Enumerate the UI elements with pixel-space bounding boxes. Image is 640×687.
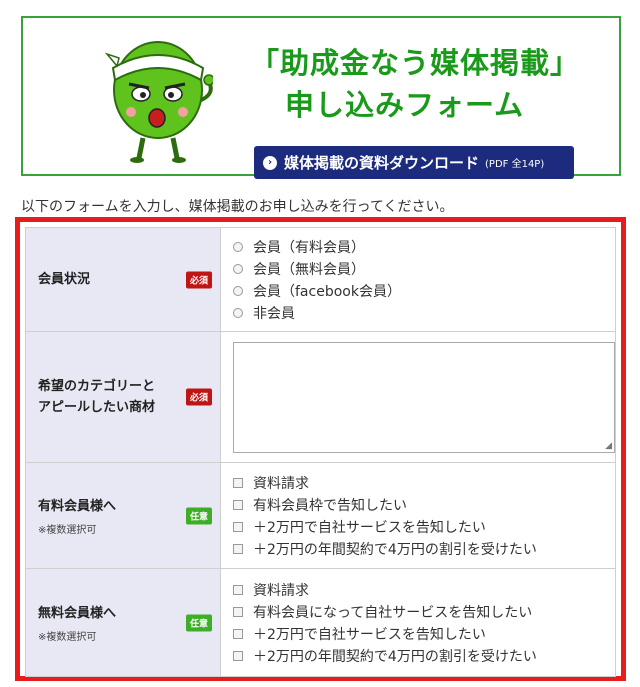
- free-option-become-paid[interactable]: 有料会員になって自社サービスを告知したい: [233, 601, 615, 623]
- header-banner: 「助成金なう媒体掲載」 申し込みフォーム › 媒体掲載の資料ダウンロード (PD…: [21, 16, 621, 179]
- checkbox[interactable]: [233, 521, 243, 532]
- intro-text: 以下のフォームを入力し、媒体掲載のお申し込みを行ってください。: [21, 199, 454, 215]
- membership-option-free[interactable]: 会員（無料会員）: [233, 258, 615, 280]
- required-badge: 必須: [185, 388, 212, 406]
- optional-badge: 任意: [185, 614, 212, 631]
- page-title-line2: 申し込みフォーム: [285, 88, 525, 122]
- page-title-line1: 「助成金なう媒体掲載」: [250, 46, 581, 80]
- checkbox[interactable]: [233, 584, 243, 595]
- resize-handle-icon[interactable]: ◢: [605, 441, 612, 451]
- membership-option-paid[interactable]: 会員（有料会員）: [233, 236, 615, 258]
- paid-member-label-cell: 有料会員様へ ※複数選択可 任意: [25, 462, 221, 569]
- free-option-request-materials[interactable]: 資料請求: [233, 579, 615, 601]
- required-badge: 必須: [185, 271, 212, 288]
- checkbox[interactable]: [233, 499, 243, 510]
- membership-label-cell: 会員状況 必須: [25, 227, 221, 332]
- free-option-annual-discount[interactable]: ＋2万円の年間契約で4万円の割引を受けたい: [233, 645, 615, 667]
- paid-member-options: 資料請求 有料会員枠で告知したい ＋2万円で自社サービスを告知したい ＋2万円の…: [220, 462, 616, 569]
- paid-option-announce[interactable]: 有料会員枠で告知したい: [233, 494, 615, 516]
- membership-option-nonmember[interactable]: 非会員: [233, 302, 615, 324]
- paid-option-plus-20k[interactable]: ＋2万円で自社サービスを告知したい: [233, 516, 615, 538]
- checkbox[interactable]: [233, 477, 243, 488]
- checkbox[interactable]: [233, 543, 243, 554]
- checkbox[interactable]: [233, 606, 243, 617]
- category-label-cell: 希望のカテゴリーと アピールしたい商材 必須: [25, 331, 221, 463]
- radio-button[interactable]: [233, 307, 243, 318]
- membership-options: 会員（有料会員） 会員（無料会員） 会員（facebook会員） 非会員: [220, 227, 616, 332]
- free-member-options: 資料請求 有料会員になって自社サービスを告知したい ＋2万円で自社サービスを告知…: [220, 568, 616, 677]
- radio-button[interactable]: [233, 241, 243, 252]
- membership-option-facebook[interactable]: 会員（facebook会員）: [233, 280, 615, 302]
- radio-button[interactable]: [233, 263, 243, 274]
- checkbox[interactable]: [233, 650, 243, 661]
- paid-option-annual-discount[interactable]: ＋2万円の年間契約で4万円の割引を受けたい: [233, 538, 615, 560]
- free-option-plus-20k[interactable]: ＋2万円で自社サービスを告知したい: [233, 623, 615, 645]
- application-form: 会員状況 必須 会員（有料会員） 会員（無料会員） 会員（facebook会員）…: [15, 217, 626, 681]
- row-category: 希望のカテゴリーと アピールしたい商材 必須 ◢: [25, 331, 616, 463]
- mascot-icon: [104, 41, 213, 163]
- form-table: 会員状況 必須 会員（有料会員） 会員（無料会員） 会員（facebook会員）…: [25, 227, 616, 677]
- row-free-member: 無料会員様へ ※複数選択可 任意 資料請求 有料会員になって自社サービスを告知し…: [25, 568, 616, 677]
- category-textarea[interactable]: ◢: [233, 341, 615, 453]
- free-member-label-cell: 無料会員様へ ※複数選択可 任意: [25, 568, 221, 677]
- arrow-right-circle-icon: ›: [263, 155, 277, 170]
- download-materials-button[interactable]: › 媒体掲載の資料ダウンロード (PDF 全14P): [254, 146, 574, 179]
- paid-option-request-materials[interactable]: 資料請求: [233, 472, 615, 494]
- optional-badge: 任意: [185, 507, 212, 524]
- row-paid-member: 有料会員様へ ※複数選択可 任意 資料請求 有料会員枠で告知したい ＋2万円で自…: [25, 462, 616, 569]
- radio-button[interactable]: [233, 285, 243, 296]
- row-membership: 会員状況 必須 会員（有料会員） 会員（無料会員） 会員（facebook会員）…: [25, 227, 616, 332]
- checkbox[interactable]: [233, 628, 243, 639]
- category-input-cell: ◢: [220, 331, 616, 463]
- download-label: 媒体掲載の資料ダウンロード: [284, 154, 480, 172]
- download-note: (PDF 全14P): [485, 159, 545, 170]
